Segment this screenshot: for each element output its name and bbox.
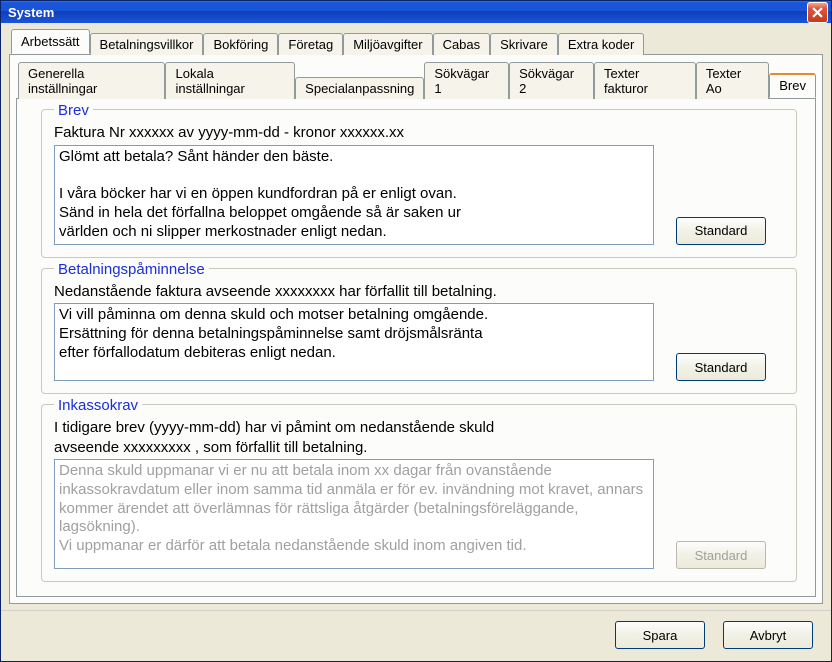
tab-extra-koder[interactable]: Extra koder bbox=[558, 33, 644, 55]
dialog-footer: Spara Avbryt bbox=[1, 610, 831, 661]
close-button[interactable] bbox=[807, 2, 828, 23]
tab-sokvagar1[interactable]: Sökvägar 1 bbox=[424, 62, 509, 99]
paminnelse-textarea[interactable] bbox=[54, 303, 654, 381]
tab-arbetssatt[interactable]: Arbetssätt bbox=[11, 29, 90, 54]
tab-texter-fakturor[interactable]: Texter fakturor bbox=[594, 62, 696, 99]
paminnelse-subtitle: Nedanstående faktura avseende xxxxxxxx h… bbox=[54, 282, 784, 302]
tab-betalningsvillkor[interactable]: Betalningsvillkor bbox=[90, 33, 204, 55]
tab-special[interactable]: Specialanpassning bbox=[295, 77, 424, 99]
inner-tab-row: Generella inställningar Lokala inställni… bbox=[16, 61, 816, 99]
cancel-button[interactable]: Avbryt bbox=[723, 621, 813, 649]
dialog-window: System Arbetssätt Betalningsvillkor Bokf… bbox=[0, 0, 832, 662]
tab-bokforing[interactable]: Bokföring bbox=[203, 33, 278, 55]
inner-tab-panel: Brev Faktura Nr xxxxxx av yyyy-mm-dd - k… bbox=[16, 99, 816, 597]
brev-standard-button[interactable]: Standard bbox=[676, 217, 766, 245]
tab-cabas[interactable]: Cabas bbox=[433, 33, 491, 55]
inkasso-standard-button: Standard bbox=[676, 541, 766, 569]
tab-texter-ao[interactable]: Texter Ao bbox=[696, 62, 769, 99]
inkasso-subtitle: I tidigare brev (yyyy-mm-dd) har vi påmi… bbox=[54, 418, 784, 457]
tab-brev[interactable]: Brev bbox=[769, 73, 816, 98]
tab-generella[interactable]: Generella inställningar bbox=[18, 62, 165, 99]
fieldset-inkasso: Inkassokrav I tidigare brev (yyyy-mm-dd)… bbox=[41, 404, 797, 582]
close-icon bbox=[812, 7, 823, 18]
outer-tab-row: Arbetssätt Betalningsvillkor Bokföring F… bbox=[9, 29, 823, 55]
legend-inkasso: Inkassokrav bbox=[54, 397, 142, 414]
tab-sokvagar2[interactable]: Sökvägar 2 bbox=[509, 62, 594, 99]
legend-paminnelse: Betalningspåminnelse bbox=[54, 261, 209, 278]
save-button[interactable]: Spara bbox=[615, 621, 705, 649]
content-area: Arbetssätt Betalningsvillkor Bokföring F… bbox=[1, 23, 831, 610]
inkasso-textarea[interactable] bbox=[54, 459, 654, 569]
tab-miljoavgifter[interactable]: Miljöavgifter bbox=[343, 33, 432, 55]
outer-tab-panel: Generella inställningar Lokala inställni… bbox=[9, 55, 823, 604]
titlebar: System bbox=[1, 1, 831, 23]
tab-foretag[interactable]: Företag bbox=[278, 33, 343, 55]
tab-lokala[interactable]: Lokala inställningar bbox=[165, 62, 295, 99]
fieldset-brev: Brev Faktura Nr xxxxxx av yyyy-mm-dd - k… bbox=[41, 109, 797, 257]
fieldset-paminnelse: Betalningspåminnelse Nedanstående faktur… bbox=[41, 268, 797, 395]
legend-brev: Brev bbox=[54, 102, 93, 119]
brev-subtitle: Faktura Nr xxxxxx av yyyy-mm-dd - kronor… bbox=[54, 123, 784, 143]
brev-textarea[interactable] bbox=[54, 145, 654, 245]
window-title: System bbox=[8, 5, 807, 20]
paminnelse-standard-button[interactable]: Standard bbox=[676, 353, 766, 381]
tab-skrivare[interactable]: Skrivare bbox=[490, 33, 558, 55]
